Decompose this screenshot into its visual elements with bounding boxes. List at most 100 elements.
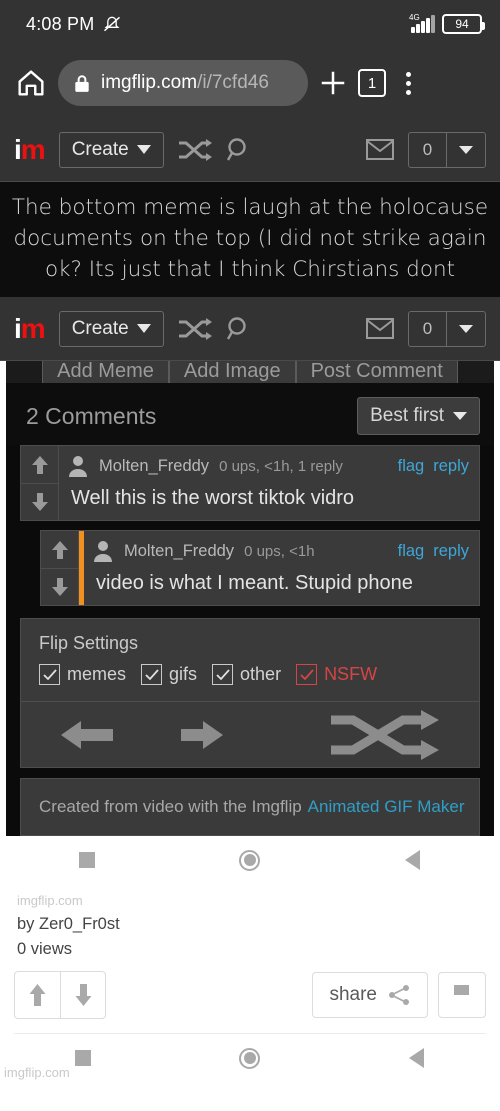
create-label: Create: [71, 317, 129, 339]
comment-upvote-button: [21, 446, 58, 483]
sort-label: Best first: [370, 405, 444, 426]
comment-meta: Molten_Freddy 0 ups, <1h flag reply: [84, 531, 479, 568]
comment-main: Molten_Freddy 0 ups, <1h flag reply vide…: [84, 531, 479, 605]
chevron-down-icon: [453, 412, 467, 420]
meme-caption: The bottom meme is laugh at the holocaus…: [0, 182, 500, 297]
post-comment-button: Post Comment: [295, 361, 458, 383]
share-label: share: [329, 984, 377, 1005]
flag-link: flag: [397, 456, 425, 475]
share-icon: [389, 985, 409, 1005]
envelope-icon[interactable]: [366, 139, 394, 160]
browser-toolbar: imgflip.com/i/7cfd46 1: [0, 48, 500, 118]
flip-settings-panel: Flip Settings memes gifs other NSFW: [20, 618, 480, 702]
notification-group[interactable]: 0: [408, 131, 486, 168]
search-icon: [226, 316, 246, 340]
notification-dropdown[interactable]: [447, 133, 485, 167]
nested-screenshot-body: Add Meme Add Image Post Comment 2 Commen…: [6, 361, 494, 884]
square-icon: [75, 1050, 92, 1066]
comment-sort-dropdown: Best first: [357, 397, 480, 435]
recents-button[interactable]: [0, 1050, 167, 1066]
nested-home-button: [169, 849, 332, 871]
notification-dropdown: [447, 312, 485, 346]
comment-username: Molten_Freddy: [99, 456, 210, 475]
status-left: 4:08 PM: [26, 14, 122, 35]
home-button[interactable]: [167, 1047, 334, 1069]
downvote-button[interactable]: [60, 972, 105, 1018]
checkbox-label: gifs: [169, 664, 198, 684]
comment-username: Molten_Freddy: [124, 541, 235, 560]
comment-text: Well this is the worst tiktok vidro: [71, 487, 355, 509]
triangle-back-icon: [405, 850, 421, 870]
checkbox-box: [212, 664, 234, 685]
avatar: [94, 541, 112, 562]
kebab-menu-icon[interactable]: [396, 71, 420, 95]
add-image-button: Add Image: [168, 361, 296, 383]
upvote-button[interactable]: [15, 972, 60, 1018]
nested-imgflip-logo: im: [14, 312, 46, 344]
battery-icon: 94: [442, 14, 485, 34]
comment-actions: flag reply: [398, 457, 469, 476]
vote-buttons[interactable]: [14, 971, 106, 1019]
battery-level: 94: [455, 17, 469, 31]
comment-actions: flag reply: [398, 542, 469, 561]
checkbox-box: [141, 664, 163, 685]
nested-recents-button: [6, 852, 169, 868]
check-icon: [299, 668, 314, 680]
nested-notification-group: 0: [408, 310, 486, 347]
comments-count-heading: 2 Comments: [26, 402, 157, 429]
android-nav-bar: imgflip.com: [0, 1034, 500, 1082]
back-button[interactable]: [333, 1048, 500, 1068]
animated-gif-maker-link: Animated GIF Maker: [307, 797, 465, 816]
url-text: imgflip.com/i/7cfd46: [101, 72, 269, 94]
home-icon[interactable]: [14, 66, 48, 100]
comment-item-reply: Molten_Freddy 0 ups, <1h flag reply vide…: [40, 530, 480, 606]
status-right: 4G 94: [409, 13, 485, 34]
comment-upvote-button: [41, 531, 78, 568]
checkbox-memes: memes: [39, 664, 126, 685]
create-button[interactable]: Create: [58, 131, 164, 168]
comment-main: Molten_Freddy 0 ups, <1h, 1 reply flag r…: [59, 446, 479, 520]
plus-icon[interactable]: [318, 68, 348, 98]
search-icon[interactable]: [226, 137, 252, 163]
arrow-right-icon: [181, 720, 223, 749]
arrow-down-icon: [75, 984, 91, 1006]
checkbox-label: memes: [67, 664, 127, 684]
flag-button[interactable]: [438, 972, 486, 1018]
shuffle-icon: [331, 709, 439, 760]
checkbox-nsfw: NSFW: [296, 664, 377, 685]
nested-action-buttons: Add Meme Add Image Post Comment: [6, 361, 494, 383]
url-bar[interactable]: imgflip.com/i/7cfd46: [58, 60, 308, 106]
comment-text: video is what I meant. Stupid phone: [96, 572, 413, 594]
author-byline: by Zer0_Fr0st: [17, 915, 120, 933]
logo-m: m: [20, 312, 46, 344]
chevron-down-icon: [459, 145, 473, 154]
arrow-down-icon: [51, 578, 68, 596]
notification-count[interactable]: 0: [409, 132, 447, 167]
shuffle-icon[interactable]: [178, 138, 212, 161]
comment-downvote-button: [21, 483, 58, 520]
checkbox-box: [296, 664, 318, 685]
arrow-left-icon: [61, 720, 113, 749]
arrow-up-icon: [29, 984, 46, 1006]
share-button[interactable]: share: [312, 972, 428, 1018]
url-domain: imgflip.com: [101, 72, 198, 93]
notification-count: 0: [409, 311, 447, 346]
circle-icon: [239, 1047, 261, 1069]
caption-line-2: documents on the top (I did not strike a…: [13, 226, 487, 251]
comments-header: 2 Comments Best first: [6, 383, 494, 445]
nested-create-button: Create: [58, 310, 164, 347]
lock-icon: [75, 74, 89, 92]
post-actions: share: [14, 971, 486, 1033]
checkbox-label: NSFW: [324, 664, 378, 684]
check-icon: [215, 668, 230, 680]
caption-line-3: ok? Its just that I think Chirstians don…: [44, 257, 456, 282]
envelope-icon: [366, 318, 394, 339]
imgflip-header: im Create 0: [0, 118, 500, 182]
arrow-down-icon: [31, 493, 48, 511]
triangle-back-icon: [409, 1048, 425, 1068]
tab-switcher-button[interactable]: 1: [358, 69, 386, 97]
nested-imgflip-header: im Create 0: [0, 297, 500, 361]
clock: 4:08 PM: [26, 13, 95, 34]
shuffle-icon: [178, 317, 212, 340]
imgflip-logo[interactable]: im: [14, 135, 46, 164]
